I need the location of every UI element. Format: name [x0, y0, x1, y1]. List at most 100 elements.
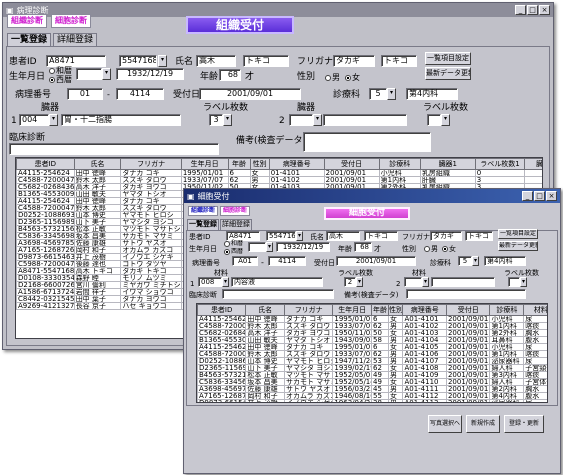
column-header[interactable]: ラベル枚数1 [474, 158, 526, 170]
label-count-dropdown[interactable]: ▾ [356, 277, 363, 287]
new-create-button[interactable]: 新規作成 [466, 415, 500, 433]
column-header[interactable]: 患者ID [197, 304, 247, 316]
dept-number-field[interactable]: 5 [369, 88, 387, 100]
kana-last-field[interactable]: タカギ [430, 231, 462, 241]
remarks-field[interactable] [406, 289, 526, 299]
patient-list-table[interactable]: 患者ID氏名フリガナ生年月日年齢性別病理番号受付日診療科材料1ラベル枚数1材料2… [196, 303, 548, 403]
last-name-field[interactable]: 高木 [326, 231, 360, 241]
material2-dropdown[interactable]: ▾ [422, 277, 429, 287]
label-count2-field[interactable] [508, 277, 520, 287]
table-row[interactable]: C4588-7200047鈴木 太郎スズキ タロウ1933/07/0762男A0… [197, 322, 547, 330]
column-header[interactable]: 性別 [249, 158, 270, 170]
label-count-field[interactable]: 2 [344, 277, 356, 287]
kana-last-field[interactable]: タカギ [333, 55, 375, 67]
table-row[interactable]: A7165-1268726岡村 和子オカムラ カズコ1946/08/1655女A… [197, 392, 547, 400]
save-button[interactable]: 登録・更新 [504, 415, 544, 433]
close-icon[interactable]: × [546, 191, 557, 201]
list-setting-button[interactable]: 一覧項目設定 [425, 52, 471, 65]
tab-detail[interactable]: 詳細登録 [53, 33, 97, 46]
clinical-dx-field[interactable] [9, 143, 219, 155]
table-row[interactable]: C5682-0268436高木 洋子タカギ ヨウコ1950/11/0250女A0… [197, 329, 547, 337]
column-header[interactable]: フリガナ [120, 158, 182, 170]
table-row[interactable]: C4588-7200047鈴木 太郎スズキ タロウ1933/07/0762男01… [16, 176, 542, 184]
tab-list[interactable]: 一覧登録 [187, 219, 219, 230]
label-count2-dropdown[interactable]: ▾ [441, 114, 450, 126]
label-count2-field[interactable] [427, 114, 441, 126]
table-row[interactable]: D0252-1088693山本 博史ヤマモト ヒロシ1947/11/2453男A… [197, 357, 547, 365]
recent-update-button[interactable]: 最新データ更新 [498, 241, 538, 251]
table-row[interactable]: D2365-1156989山下 美子ヤマシタ ヨシコ1939/02/1962女A… [197, 364, 547, 372]
table-row[interactable]: B4563-5732156松本 正敏マツモト マサトシ1952/05/0149男… [197, 371, 547, 379]
table-row[interactable]: C5836-3345698坂本 昌美サカモト マサミ1952/05/1449女A… [197, 378, 547, 386]
path-number-field[interactable]: 4114 [268, 256, 306, 266]
patient-number-dropdown[interactable]: ▾ [158, 55, 167, 67]
last-name-field[interactable]: 高木 [196, 55, 236, 67]
minimize-icon[interactable]: _ [515, 5, 526, 15]
dept-dropdown[interactable]: ▾ [472, 256, 479, 266]
menu-tissue-button[interactable]: 組織診断 [188, 206, 218, 216]
era-seireki-radio[interactable]: 西暦 [49, 75, 72, 85]
column-header[interactable]: 材料1 [523, 304, 547, 316]
column-header[interactable]: 患者ID [16, 158, 75, 170]
patient-number-field[interactable]: 5547168 [266, 231, 296, 241]
column-header[interactable]: フリガナ [284, 304, 334, 316]
sex-male-radio[interactable]: 男 [424, 244, 438, 254]
material2-code-field[interactable] [404, 277, 422, 287]
column-header[interactable]: 受付日 [445, 304, 491, 316]
path-number-field[interactable]: 4114 [116, 88, 164, 100]
column-header[interactable]: 年齢 [371, 304, 389, 316]
column-header[interactable]: 性別 [387, 304, 404, 316]
patient-number-field[interactable]: 5547168 [119, 55, 157, 67]
path-prefix-field[interactable]: A01 [232, 256, 258, 266]
birth-date-field[interactable]: 1932/12/19 [276, 242, 330, 252]
column-header[interactable]: 病理番号 [402, 304, 447, 316]
table-row[interactable]: A3698-4569785佐藤 康雄サトウ ヤスオ1956/03/2345男A0… [197, 385, 547, 393]
recv-date-field[interactable]: 2001/09/01 [336, 256, 416, 266]
remarks-field[interactable] [303, 132, 431, 152]
column-header[interactable]: 生年月日 [332, 304, 373, 316]
sex-male-radio[interactable]: 男 [325, 73, 340, 83]
photo-select-button[interactable]: 写真選択へ [428, 415, 462, 433]
table-row[interactable]: A4115-254624 田中 徳峰 タナカ コキ 1995/01/01 6 女 A01-4… [197, 315, 547, 323]
maximize-icon[interactable]: □ [527, 5, 538, 15]
organ-code-field[interactable]: 004 [19, 114, 49, 126]
sex-female-radio[interactable]: 女 [442, 244, 456, 254]
column-header[interactable]: 生年月日 [180, 158, 229, 170]
dept-dropdown[interactable]: ▾ [387, 88, 396, 100]
path-prefix-field[interactable]: 01 [67, 88, 103, 100]
column-header[interactable]: 臓器2 [524, 158, 542, 170]
column-header[interactable]: 診療科 [378, 158, 421, 170]
table-row[interactable]: A4115-254624 田中 徳峰 タナカ コキ 1995/01/01 6 女 A01-4… [197, 343, 547, 351]
menu-cell-button[interactable]: 細胞診断 [51, 14, 91, 28]
era-dropdown[interactable]: ▾ [266, 242, 273, 252]
table-row[interactable]: C4588-7200047鈴木 太郎スズキ タロウ1933/07/0762男A0… [197, 350, 547, 358]
era-dropdown[interactable]: ▾ [102, 68, 111, 80]
column-header[interactable]: 受付日 [323, 158, 380, 170]
tab-list[interactable]: 一覧登録 [7, 33, 51, 46]
organ-dropdown[interactable]: ▾ [49, 114, 58, 126]
column-header[interactable]: 年齢 [227, 158, 251, 170]
column-header[interactable]: 診療科 [489, 304, 525, 316]
first-name-field[interactable]: トキコ [243, 55, 289, 67]
sex-female-radio[interactable]: 女 [345, 73, 360, 83]
kana-first-field[interactable]: トキコ [465, 231, 493, 241]
table-row[interactable]: D9873-6615463井上 茂樹イノウエ シゲキ1963/04/2538男A… [197, 399, 547, 402]
column-header[interactable]: 氏名 [73, 158, 122, 170]
minimize-icon[interactable]: _ [522, 191, 533, 201]
organ2-code-field[interactable] [289, 114, 313, 126]
table-row[interactable]: A4115-254624田中 徳峰タナカ コキ1995/01/016女01-41… [16, 169, 542, 177]
recent-update-button[interactable]: 最新データ更新 [425, 67, 471, 80]
first-name-field[interactable]: トキコ [364, 231, 398, 241]
close-icon[interactable]: × [539, 5, 550, 15]
kana-first-field[interactable]: トキコ [381, 55, 417, 67]
material-dropdown[interactable]: ▾ [222, 277, 229, 287]
menu-cell-button[interactable]: 細胞診断 [220, 206, 250, 216]
organ2-dropdown[interactable]: ▾ [313, 114, 322, 126]
column-header[interactable]: 臓器1 [419, 158, 476, 170]
table-row[interactable]: B1365-4553009山田 敏夫ヤマダ トシオ1943/09/0258男A0… [197, 336, 547, 344]
birth-date-field[interactable]: 1932/12/19 [116, 68, 184, 80]
era-select[interactable] [248, 242, 266, 252]
dept-number-field[interactable]: 5 [458, 256, 472, 266]
menu-tissue-button[interactable]: 組織診断 [7, 14, 47, 28]
column-header[interactable]: 病理番号 [268, 158, 325, 170]
